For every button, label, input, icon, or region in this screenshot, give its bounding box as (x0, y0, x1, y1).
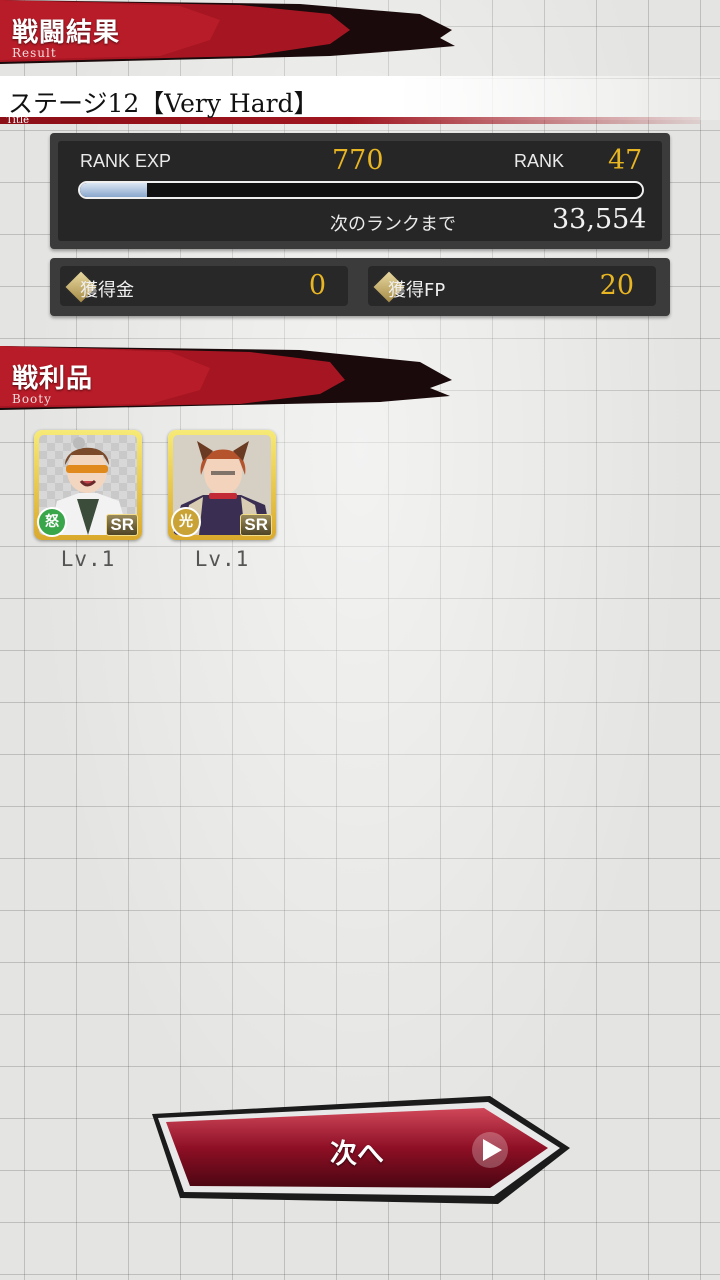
money-value: 0 (308, 270, 326, 301)
result-subtitle: Result (12, 46, 57, 60)
money-label: 獲得金 (80, 280, 134, 301)
fp-reward-box: 獲得FP 20 (368, 266, 656, 306)
attribute-badge: 光 (171, 507, 201, 537)
fp-label: 獲得FP (388, 280, 446, 301)
stage-title: ステージ12【Very Hard】 (8, 89, 319, 118)
rank-exp-progress-bar (78, 181, 644, 199)
booty-level: Lv.1 (194, 547, 250, 571)
money-reward-box: 獲得金 0 (60, 266, 348, 306)
rarity-badge: SR (240, 514, 272, 536)
rank-exp-label: RANK EXP (80, 151, 172, 171)
booty-card[interactable]: 光 SR (168, 430, 276, 540)
stage-title-caption: Title (6, 115, 30, 126)
booty-title: 戦利品 (12, 364, 94, 394)
attribute-badge: 怒 (37, 507, 67, 537)
rank-value: 47 (608, 145, 643, 176)
next-button[interactable]: 次へ (150, 1094, 572, 1206)
rarity-badge: SR (106, 514, 138, 536)
fp-value: 20 (599, 270, 634, 301)
rank-exp-value: 770 (332, 145, 384, 176)
booty-card[interactable]: 怒 SR (34, 430, 142, 540)
result-title: 戦闘結果 (12, 18, 121, 48)
next-rank-label: 次のランクまで (330, 214, 456, 234)
booty-header: 戦利品 Booty (0, 346, 460, 410)
rank-label: RANK (514, 151, 565, 171)
rank-exp-progress-fill (80, 183, 148, 197)
booty-subtitle: Booty (12, 392, 52, 406)
next-button-label: 次へ (330, 1139, 384, 1170)
result-header: 戦闘結果 Result (0, 0, 460, 64)
next-rank-value: 33,554 (552, 204, 647, 235)
booty-level: Lv.1 (60, 547, 116, 571)
